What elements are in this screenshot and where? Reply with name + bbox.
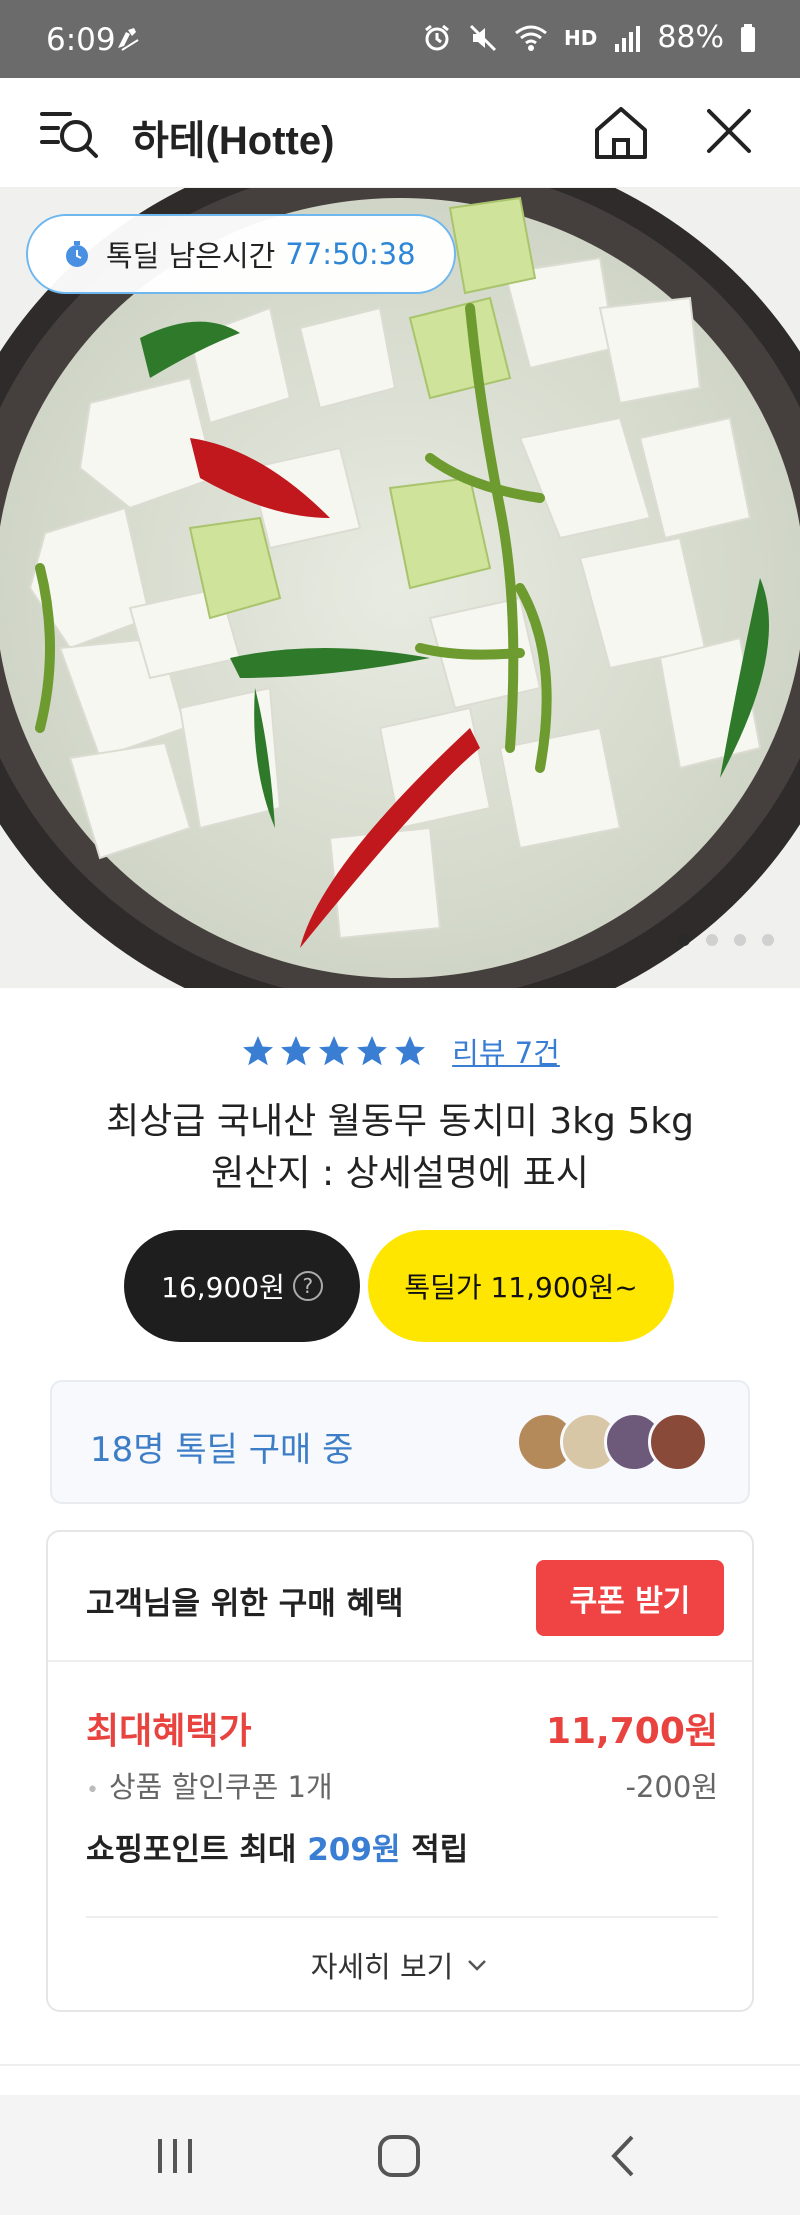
price-options: 16,900원 ? 톡딜가 11,900원~ <box>0 1230 800 1342</box>
avatar <box>648 1412 708 1472</box>
benefits-header: 고객님을 위한 구매 혜택 쿠폰 받기 <box>48 1532 752 1662</box>
carousel-dot[interactable] <box>678 934 690 946</box>
deal-price: 톡딜가 11,900원~ <box>404 1271 638 1304</box>
signal-icon <box>615 25 641 52</box>
coupon-label: 상품 할인쿠폰 1개 <box>86 1764 333 1806</box>
menu-search-icon[interactable] <box>40 106 100 162</box>
star-rating <box>240 1033 428 1069</box>
carousel-dots <box>678 934 774 946</box>
coupon-row: 상품 할인쿠폰 1개 -200원 <box>86 1764 718 1806</box>
buyers-count: 18명 톡딜 구매 중 <box>90 1430 354 1470</box>
home-icon[interactable] <box>592 104 650 162</box>
coupon-discount: -200원 <box>625 1770 719 1804</box>
close-icon[interactable] <box>704 106 754 156</box>
points-suffix: 적립 <box>411 1832 469 1868</box>
points-prefix: 쇼핑포인트 최대 <box>86 1832 297 1868</box>
notification-icon <box>118 28 139 51</box>
back-icon[interactable] <box>600 2131 650 2181</box>
max-benefit-row: 최대혜택가 11,700원 <box>86 1702 718 1754</box>
max-benefit-label: 최대혜택가 <box>86 1711 252 1752</box>
product-name: 최상급 국내산 월동무 동치미 3kg 5kg <box>106 1101 694 1142</box>
alarm-icon <box>425 24 449 50</box>
wifi-icon <box>515 25 547 51</box>
regular-price: 16,900원 <box>161 1271 285 1304</box>
see-more-label: 자세히 보기 <box>310 1950 454 1984</box>
buyer-avatars <box>516 1412 708 1472</box>
product-title: 최상급 국내산 월동무 동치미 3kg 5kg 원산지 : 상세설명에 표시 <box>0 1096 800 1200</box>
battery-percent: 88% <box>657 20 724 55</box>
star-icon <box>281 1036 312 1066</box>
chevron-down-icon <box>468 1960 487 1971</box>
home-button-icon[interactable] <box>374 2131 424 2181</box>
get-coupon-button[interactable]: 쿠폰 받기 <box>536 1560 724 1636</box>
hd-voice-icon: HD <box>563 25 598 50</box>
app-header: 하테(Hotte) <box>0 78 800 188</box>
star-icon <box>243 1036 274 1066</box>
recent-apps-icon[interactable] <box>150 2131 200 2181</box>
deal-price-button[interactable]: 톡딜가 11,900원~ <box>368 1230 674 1342</box>
timer-label: 톡딜 남은시간 <box>106 239 276 273</box>
divider <box>86 1916 718 1918</box>
points-value: 209원 <box>307 1832 401 1868</box>
section-divider <box>0 2064 800 2066</box>
purchase-benefits-card: 고객님을 위한 구매 혜택 쿠폰 받기 최대혜택가 11,700원 상품 할인쿠… <box>46 1530 754 2012</box>
dongchimi-illustration <box>0 188 800 988</box>
buyers-box[interactable]: 18명 톡딜 구매 중 <box>50 1380 750 1504</box>
app-title: 하테(Hotte) <box>132 119 335 163</box>
star-icon <box>319 1036 350 1066</box>
regular-price-button[interactable]: 16,900원 ? <box>124 1230 360 1342</box>
product-image[interactable] <box>0 188 800 988</box>
review-link[interactable]: 리뷰 7건 <box>452 1030 560 1072</box>
status-bar: 6:09 HD 88% <box>0 0 800 78</box>
battery-icon <box>741 23 755 52</box>
deal-timer: 톡딜 남은시간 77:50:38 <box>26 214 456 294</box>
benefits-title: 고객님을 위한 구매 혜택 <box>86 1586 404 1622</box>
timer-value: 77:50:38 <box>285 237 416 271</box>
max-benefit-price: 11,700원 <box>545 1711 718 1752</box>
carousel-dot[interactable] <box>734 934 746 946</box>
mute-icon <box>469 24 497 51</box>
carousel-dot[interactable] <box>762 934 774 946</box>
star-icon <box>357 1036 388 1066</box>
carousel-dot[interactable] <box>706 934 718 946</box>
timer-icon <box>66 241 88 267</box>
star-icon <box>395 1036 426 1066</box>
product-origin: 원산지 : 상세설명에 표시 <box>211 1153 589 1194</box>
rating-row: 리뷰 7건 <box>0 1030 800 1072</box>
see-more-button[interactable]: 자세히 보기 <box>48 1944 752 1986</box>
system-nav-bar <box>0 2095 800 2215</box>
points-row: 쇼핑포인트 최대 209원 적립 <box>86 1824 468 1869</box>
status-time: 6:09 <box>46 22 116 58</box>
help-icon[interactable]: ? <box>292 1271 323 1301</box>
